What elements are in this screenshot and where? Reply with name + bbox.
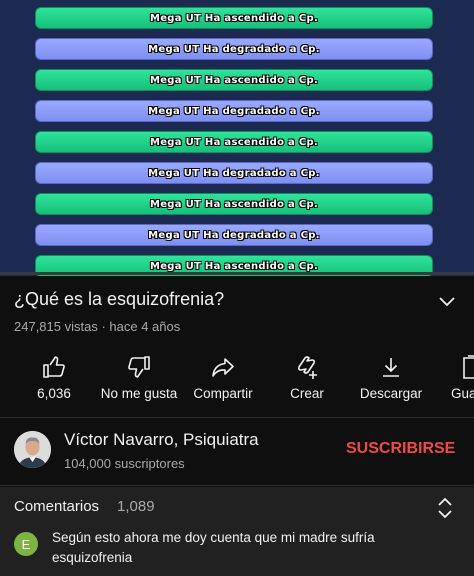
comments-title: Comentarios [14, 498, 100, 515]
commenter-avatar[interactable]: E [14, 532, 38, 556]
action-bar: 6,036 No me gusta Compartir Crear Descar… [0, 350, 474, 410]
subscriber-count: 104,000 suscriptores [64, 456, 185, 471]
create-button[interactable]: Crear [262, 350, 352, 401]
divider [0, 485, 474, 486]
create-icon [297, 356, 317, 379]
video-meta[interactable]: 247,815 vistas · hace 4 años [14, 319, 180, 334]
share-label: Compartir [193, 386, 253, 401]
video-title[interactable]: ¿Qué es la esquizofrenia? [14, 289, 224, 310]
expand-collapse-icon[interactable] [436, 496, 454, 520]
share-icon [212, 358, 234, 377]
dislike-label: No me gusta [100, 386, 178, 401]
rank-banner: Mega UT Ha degradado a Cp. [35, 38, 433, 60]
create-label: Crear [290, 386, 324, 401]
rank-banner: Mega UT Ha ascendido a Cp. [35, 131, 433, 153]
save-button[interactable]: Gua [430, 350, 474, 401]
channel-avatar[interactable] [14, 431, 51, 468]
channel-name[interactable]: Víctor Navarro, Psiquiatra [64, 430, 259, 450]
save-label: Gua [451, 386, 474, 401]
divider [0, 417, 474, 418]
subscribe-button[interactable]: SUSCRIBIRSE [346, 440, 455, 458]
chevron-down-icon[interactable] [438, 292, 456, 310]
progress-bar[interactable] [0, 272, 474, 275]
rank-banner: Mega UT Ha ascendido a Cp. [35, 69, 433, 91]
like-count: 6,036 [37, 386, 71, 401]
rank-banner: Mega UT Ha ascendido a Cp. [35, 7, 433, 29]
like-button[interactable]: 6,036 [9, 350, 99, 401]
download-label: Descargar [359, 386, 423, 401]
thumbs-up-icon [43, 356, 65, 378]
rank-banner: Mega UT Ha ascendido a Cp. [35, 193, 433, 215]
thumbs-down-icon [128, 356, 150, 378]
save-icon [463, 355, 474, 379]
rank-banner: Mega UT Ha degradado a Cp. [35, 162, 433, 184]
comment-text: Según esto ahora me doy cuenta que mi ma… [52, 530, 375, 565]
download-icon [383, 358, 399, 377]
rank-banner: Mega UT Ha degradado a Cp. [35, 100, 433, 122]
dislike-button[interactable]: No me gusta [94, 350, 184, 401]
video-player[interactable]: Mega UT Ha ascendido a Cp. Mega UT Ha deg… [0, 0, 474, 276]
share-button[interactable]: Compartir [178, 350, 268, 401]
avatar-portrait-icon [14, 431, 51, 468]
rank-banner: Mega UT Ha degradado a Cp. [35, 224, 433, 246]
comments-count: 1,089 [117, 498, 155, 515]
download-button[interactable]: Descargar [346, 350, 436, 401]
